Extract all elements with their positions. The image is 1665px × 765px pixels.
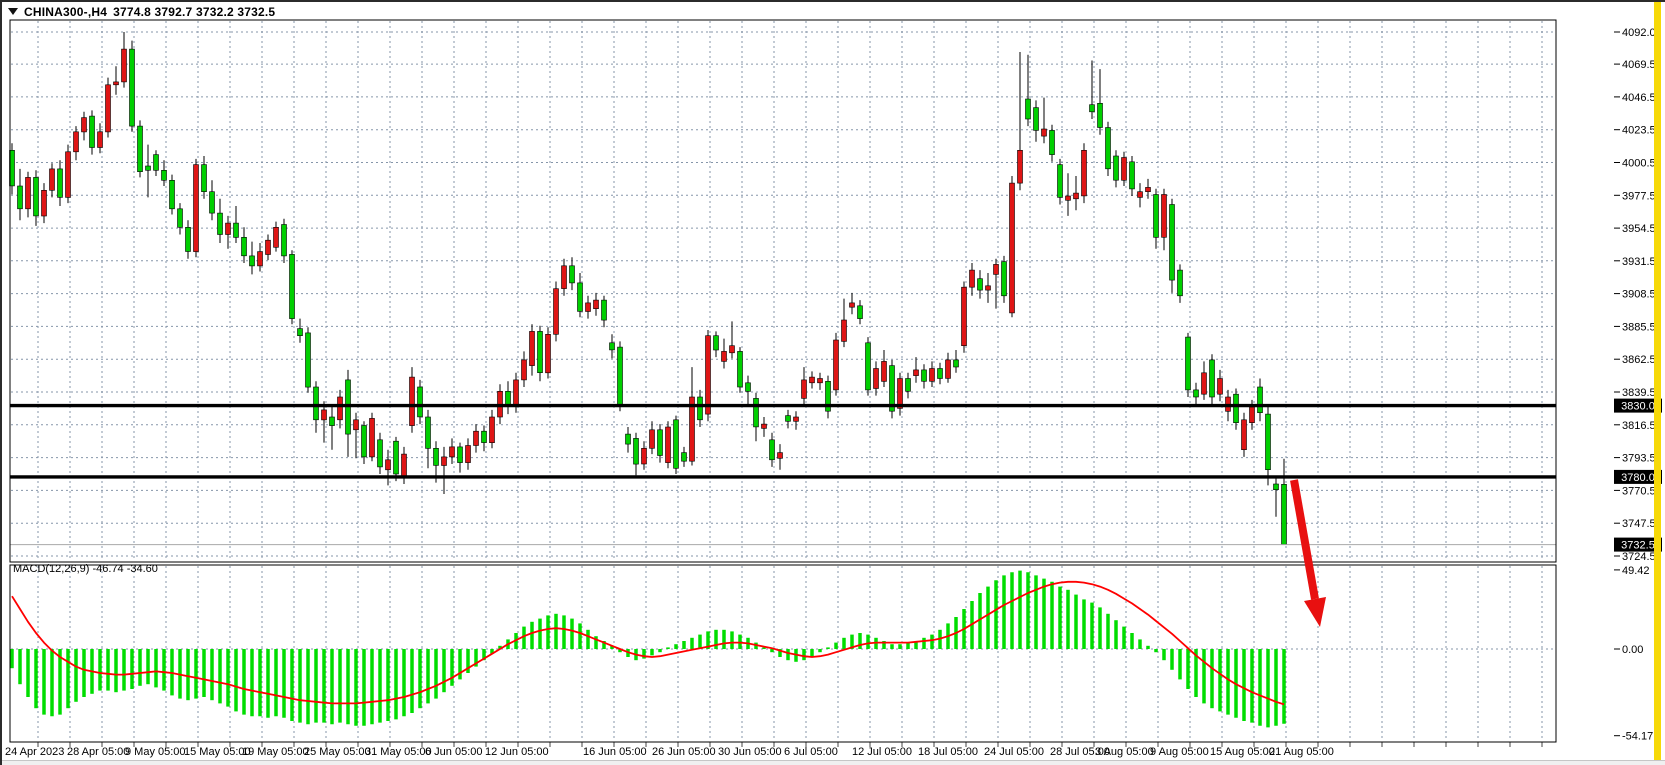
window-bottom-strip [2, 760, 1665, 765]
right-edge-strip [1654, 2, 1661, 765]
svg-text:30 Jun 05:00: 30 Jun 05:00 [718, 746, 782, 758]
svg-text:15 Aug 05:00: 15 Aug 05:00 [1210, 746, 1275, 758]
svg-text:9 May 05:00: 9 May 05:00 [125, 746, 186, 758]
svg-text:-54.17: -54.17 [1622, 731, 1653, 743]
svg-text:3931.5: 3931.5 [1622, 256, 1656, 268]
svg-text:6 Jul 05:00: 6 Jul 05:00 [784, 746, 838, 758]
macd-values: -46.74 -34.60 [92, 563, 157, 575]
svg-text:4000.5: 4000.5 [1622, 158, 1656, 170]
svg-text:3732.5: 3732.5 [1621, 540, 1655, 552]
svg-text:3780.0: 3780.0 [1621, 472, 1655, 484]
svg-text:3977.5: 3977.5 [1622, 190, 1656, 202]
macd-axis[interactable]: 49.42 0.00 -54.17 [1614, 565, 1653, 743]
svg-text:15 May 05:00: 15 May 05:00 [184, 746, 251, 758]
chart-title-symbol: CHINA300-,H4 [24, 5, 107, 19]
macd-indicator-label: MACD(12,26,9) -46.74 -34.60 [13, 563, 158, 575]
svg-text:3830.0: 3830.0 [1621, 401, 1655, 413]
support-resistance-lines[interactable] [10, 406, 1556, 477]
svg-text:9 Aug 05:00: 9 Aug 05:00 [1150, 746, 1209, 758]
chart-title-ohlc: 3774.8 3792.7 3732.2 3732.5 [113, 5, 275, 19]
svg-text:26 Jun 05:00: 26 Jun 05:00 [652, 746, 716, 758]
svg-text:3770.5: 3770.5 [1622, 485, 1656, 497]
svg-text:3954.5: 3954.5 [1622, 223, 1656, 235]
svg-text:3839.5: 3839.5 [1622, 387, 1656, 399]
svg-text:49.42: 49.42 [1622, 565, 1650, 577]
grid-horizontal [11, 32, 1555, 649]
trend-arrow[interactable] [1294, 480, 1326, 627]
svg-text:16 Jun 05:00: 16 Jun 05:00 [583, 746, 647, 758]
svg-text:3747.5: 3747.5 [1622, 518, 1656, 530]
candles [10, 32, 1287, 545]
svg-text:3885.5: 3885.5 [1622, 321, 1656, 333]
panel-borders [10, 20, 1556, 742]
chart-window: CHINA300-,H4 3774.8 3792.7 3732.2 3732.5… [0, 0, 1665, 765]
svg-text:25 May 05:00: 25 May 05:00 [304, 746, 371, 758]
svg-text:18 Jul 05:00: 18 Jul 05:00 [918, 746, 978, 758]
svg-text:12 Jun 05:00: 12 Jun 05:00 [485, 746, 549, 758]
svg-text:12 Jul 05:00: 12 Jul 05:00 [852, 746, 912, 758]
svg-text:19 May 05:00: 19 May 05:00 [242, 746, 309, 758]
svg-text:24 Jul 05:00: 24 Jul 05:00 [984, 746, 1044, 758]
svg-text:4069.5: 4069.5 [1622, 59, 1656, 71]
svg-text:4092.0: 4092.0 [1622, 27, 1656, 39]
svg-text:4023.5: 4023.5 [1622, 125, 1656, 137]
macd-name: MACD(12,26,9) [13, 563, 89, 575]
svg-text:3793.5: 3793.5 [1622, 453, 1656, 465]
symbol-dropdown-icon[interactable] [8, 8, 18, 15]
svg-text:0.00: 0.00 [1622, 644, 1643, 656]
svg-text:28 Apr 05:00: 28 Apr 05:00 [67, 746, 129, 758]
svg-text:3862.5: 3862.5 [1622, 354, 1656, 366]
svg-text:3 Aug 05:00: 3 Aug 05:00 [1095, 746, 1154, 758]
svg-text:24 Apr 2023: 24 Apr 2023 [5, 746, 64, 758]
svg-text:3724.5: 3724.5 [1622, 551, 1656, 563]
svg-text:31 May 05:00: 31 May 05:00 [365, 746, 432, 758]
time-axis[interactable]: 24 Apr 202328 Apr 05:009 May 05:0015 May… [5, 746, 1334, 758]
chart-title-bar: CHINA300-,H4 3774.8 3792.7 3732.2 3732.5 [8, 4, 275, 19]
svg-text:21 Aug 05:00: 21 Aug 05:00 [1269, 746, 1334, 758]
svg-text:3908.5: 3908.5 [1622, 289, 1656, 301]
svg-text:3816.5: 3816.5 [1622, 420, 1656, 432]
svg-text:4046.5: 4046.5 [1622, 92, 1656, 104]
svg-text:6 Jun 05:00: 6 Jun 05:00 [425, 746, 483, 758]
chart-canvas[interactable]: 4092.0 4069.5 4046.5 4023.5 4000.5 3977.5 3954… [2, 2, 1665, 765]
